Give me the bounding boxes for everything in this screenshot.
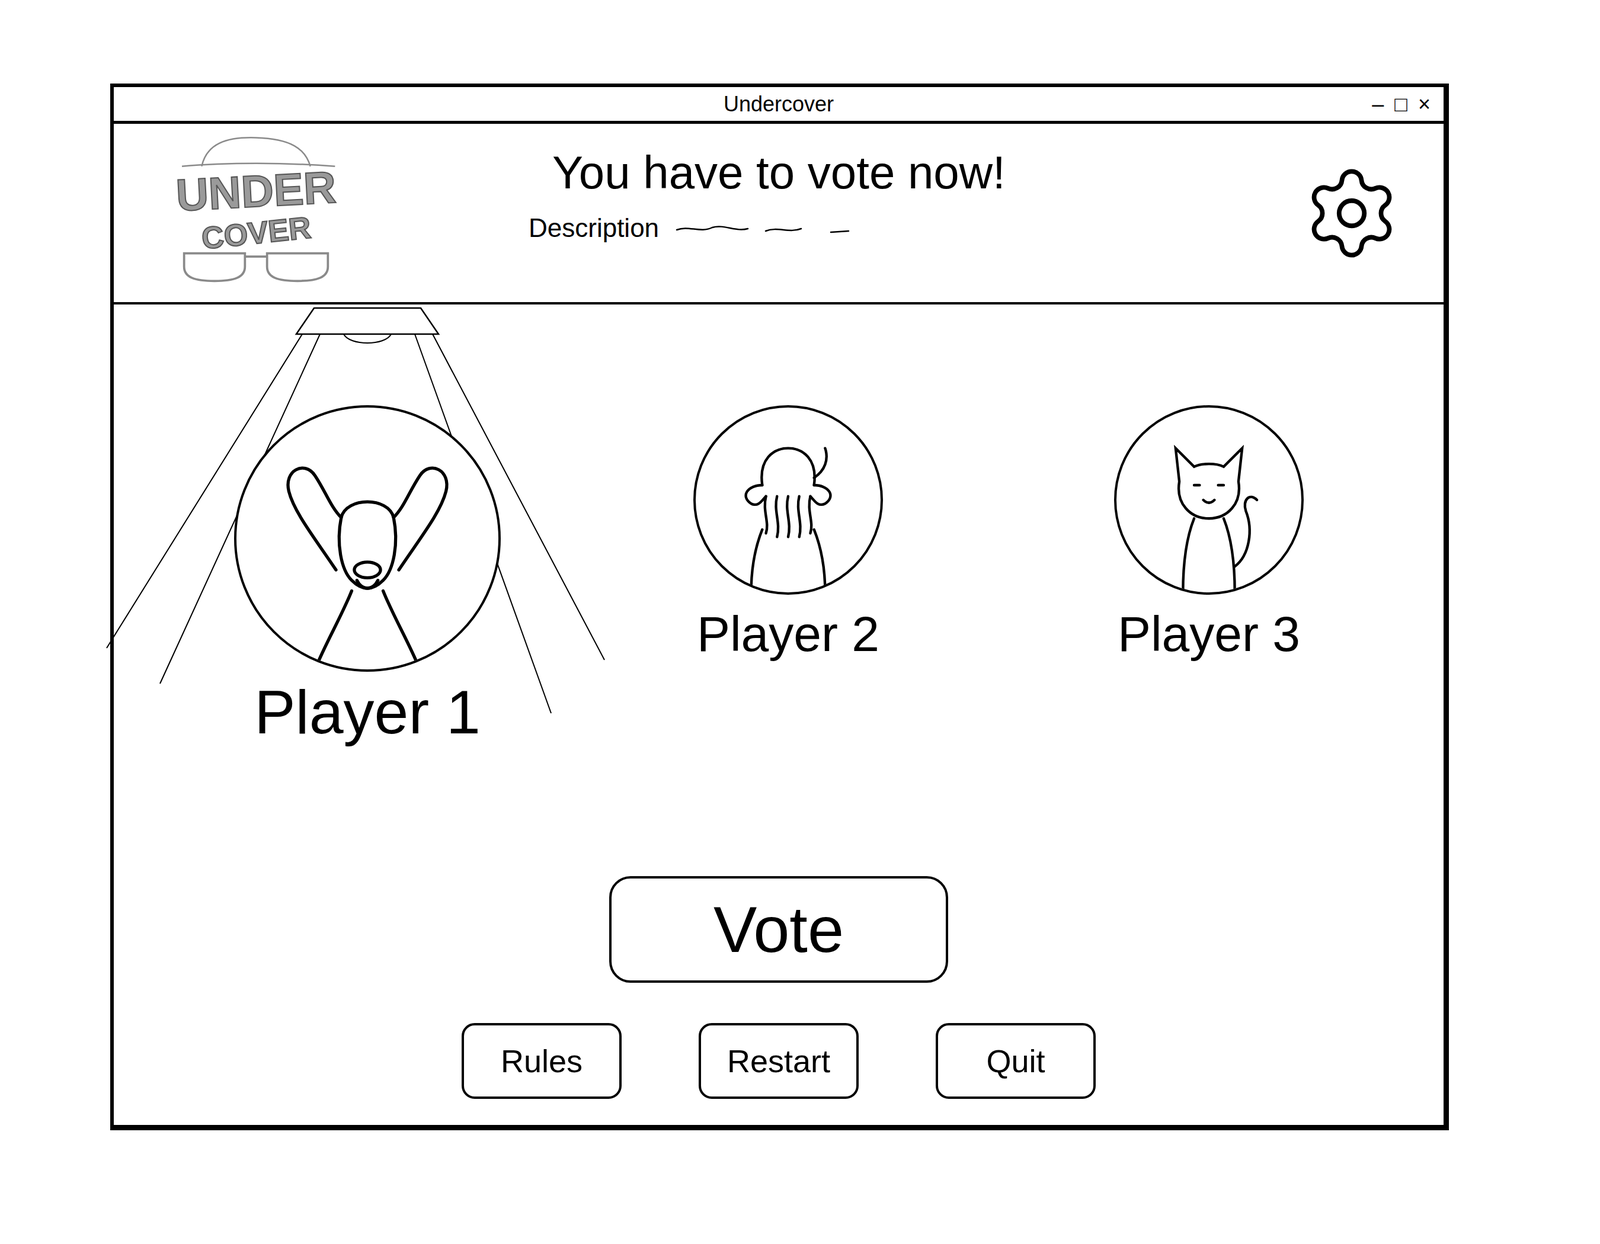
bottom-buttons: Rules Restart Quit: [113, 1023, 1444, 1126]
window-control-button[interactable]: ×: [1416, 91, 1432, 117]
header-text: You have to vote now! Description: [528, 123, 1006, 244]
player-name: Player 2: [696, 604, 880, 665]
players-row: Player 1 Player 2 Player 3: [113, 304, 1444, 750]
page: Undercover –□ × UNDERCOVER You have to vote …: [0, 0, 1600, 1244]
logo: UNDERCOVER: [149, 133, 363, 284]
octopus-avatar-icon: [695, 407, 881, 593]
app-window: Undercover –□ × UNDERCOVER You have to vote …: [110, 83, 1449, 1131]
player-name: Player 3: [1117, 604, 1301, 665]
logo-text: UNDER: [174, 164, 338, 219]
player-avatar[interactable]: [234, 405, 501, 672]
player-avatar[interactable]: [1114, 405, 1304, 595]
menu-button[interactable]: Restart: [698, 1023, 859, 1100]
title-bar: Undercover –□ ×: [113, 87, 1444, 124]
vote-button[interactable]: Vote: [609, 876, 949, 984]
header-title: You have to vote now!: [528, 145, 1006, 201]
glasses-icon: [173, 250, 339, 284]
player-avatar[interactable]: [693, 405, 883, 595]
hat-icon: [167, 133, 345, 169]
cat-avatar-icon: [1116, 407, 1302, 593]
main-area: Player 1 Player 2 Player 3 Vote Rules Restart…: [113, 304, 1444, 1126]
header: UNDERCOVER You have to vote now! Descripti…: [113, 123, 1444, 305]
window-controls: –□ ×: [1370, 87, 1432, 121]
player-card[interactable]: Player 2: [651, 405, 925, 665]
window-control-button[interactable]: –: [1370, 91, 1385, 117]
player-card[interactable]: Player 1: [231, 405, 504, 750]
header-description: Description: [528, 212, 659, 245]
logo-text: COVER: [199, 210, 313, 256]
window-control-button[interactable]: □: [1393, 91, 1409, 117]
menu-button[interactable]: Quit: [935, 1023, 1096, 1100]
scribble-icon: [670, 219, 885, 238]
player-card[interactable]: Player 3: [1072, 405, 1346, 665]
gear-icon[interactable]: [1301, 162, 1403, 264]
menu-button[interactable]: Rules: [461, 1023, 622, 1100]
window-title: Undercover: [723, 91, 834, 117]
player-name: Player 1: [254, 675, 481, 750]
dog-avatar-icon: [236, 407, 499, 670]
